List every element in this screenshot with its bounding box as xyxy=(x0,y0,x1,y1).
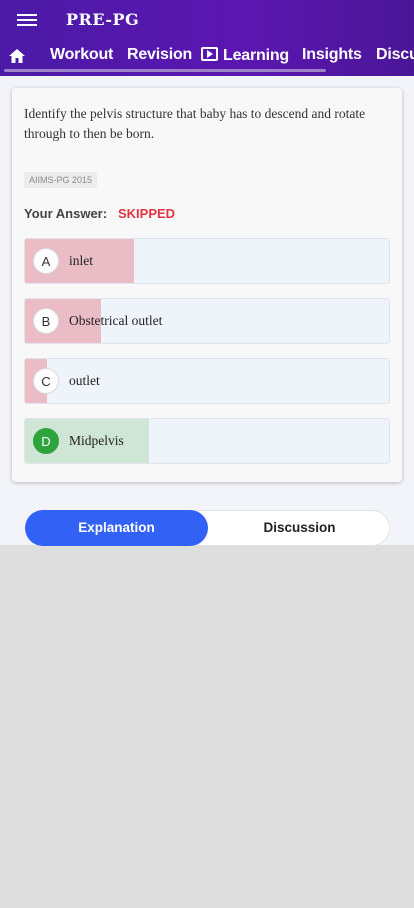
option-a-text: inlet xyxy=(69,253,93,268)
tab-workout[interactable]: Workout xyxy=(50,46,113,64)
tab-bar: Workout Revision Learning Insights Discu… xyxy=(0,40,414,72)
explanation-discussion-toggle: Explanation Discussion xyxy=(25,510,390,546)
tab-discussion[interactable]: Discussion xyxy=(376,46,414,64)
your-answer-label: Your Answer: xyxy=(24,206,108,221)
option-b-text: Obstetrical outlet xyxy=(69,313,163,328)
home-icon xyxy=(9,49,25,63)
app-title: PRE-PG xyxy=(66,10,140,29)
app-bar: PRE-PG Workout Revision Learning Insight… xyxy=(0,0,414,76)
play-box-icon xyxy=(201,47,218,61)
menu-icon[interactable] xyxy=(17,12,39,30)
option-c-text: outlet xyxy=(69,373,100,388)
tab-home[interactable] xyxy=(8,48,26,64)
option-b[interactable]: B Obstetrical outlet xyxy=(24,298,390,344)
exam-tag: AIIMS-PG 2015 xyxy=(24,172,98,188)
tab-revision[interactable]: Revision xyxy=(127,46,192,64)
option-b-letter: B xyxy=(33,308,59,334)
option-c-letter: C xyxy=(33,368,59,394)
option-a[interactable]: A inlet xyxy=(24,238,390,284)
your-answer-status: SKIPPED xyxy=(118,206,176,221)
question-card: Identify the pelvis structure that baby … xyxy=(12,88,402,482)
option-a-letter: A xyxy=(33,248,59,274)
tab-learning-label: Learning xyxy=(223,47,289,64)
tab-scroll-indicator[interactable] xyxy=(4,69,326,72)
option-d-letter: D xyxy=(33,428,59,454)
option-d[interactable]: D Midpelvis xyxy=(24,418,390,464)
option-c[interactable]: C outlet xyxy=(24,358,390,404)
option-d-text: Midpelvis xyxy=(69,433,124,448)
tab-learning[interactable]: Learning xyxy=(201,46,289,65)
discussion-tab[interactable]: Discussion xyxy=(208,510,391,546)
question-text: Identify the pelvis structure that baby … xyxy=(24,106,366,141)
explanation-tab[interactable]: Explanation xyxy=(25,510,208,546)
tab-insights[interactable]: Insights xyxy=(302,46,362,64)
